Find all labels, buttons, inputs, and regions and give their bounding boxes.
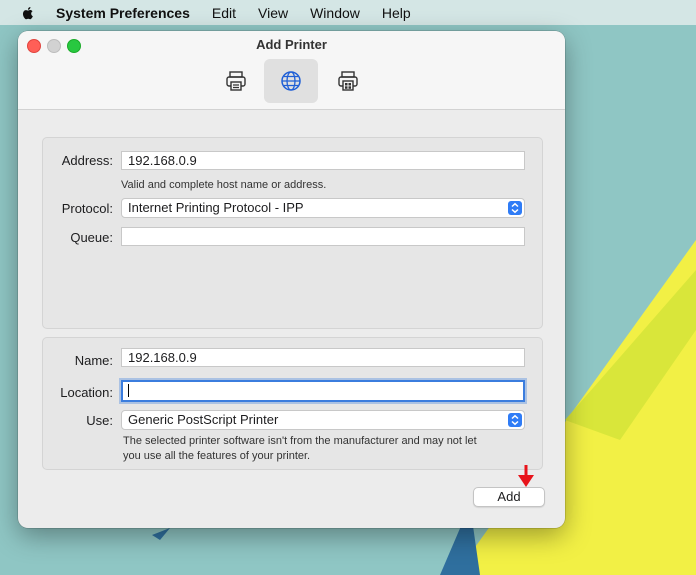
name-field[interactable]: 192.168.0.9 — [121, 348, 525, 367]
globe-icon — [281, 71, 301, 91]
annotation-arrow-icon — [518, 465, 534, 487]
popup-chevrons-icon — [508, 201, 522, 215]
apple-logo-icon[interactable] — [20, 5, 36, 21]
use-value: Generic PostScript Printer — [128, 412, 279, 427]
menu-app-name[interactable]: System Preferences — [56, 5, 190, 21]
toolbar-ip-button[interactable] — [264, 59, 318, 103]
use-label: Use: — [86, 413, 113, 428]
add-button[interactable]: Add — [473, 487, 545, 507]
printer-icon — [226, 71, 246, 91]
windows-printer-icon — [338, 71, 358, 91]
address-label: Address: — [61, 153, 113, 168]
printer-details-panel: Name: 192.168.0.9 Location: Use: Generic… — [42, 337, 543, 470]
protocol-label: Protocol: — [61, 201, 113, 216]
toolbar-default-printer-button[interactable] — [209, 59, 263, 103]
queue-label: Queue: — [70, 230, 113, 245]
address-hint: Valid and complete host name or address. — [121, 179, 327, 191]
use-hint-line-1: The selected printer software isn't from… — [123, 435, 477, 447]
protocol-value: Internet Printing Protocol - IPP — [128, 200, 304, 215]
use-hint-line-2: you use all the features of your printer… — [123, 450, 311, 462]
queue-field[interactable] — [121, 227, 525, 246]
menu-window[interactable]: Window — [310, 5, 360, 21]
menu-help[interactable]: Help — [382, 5, 411, 21]
location-label: Location: — [60, 385, 113, 400]
popup-chevrons-icon — [508, 413, 522, 427]
add-printer-window: Add Printer Address: 192.168.0.9 Valid a… — [18, 31, 565, 528]
use-popup[interactable]: Generic PostScript Printer — [121, 410, 525, 430]
location-field[interactable] — [121, 380, 525, 402]
menu-bar: System Preferences Edit View Window Help — [0, 0, 696, 25]
window-title: Add Printer — [256, 37, 327, 52]
name-label: Name: — [74, 353, 113, 368]
text-cursor — [128, 384, 129, 398]
title-bar: Add Printer — [18, 31, 565, 110]
connection-panel: Address: 192.168.0.9 Valid and complete … — [42, 137, 543, 329]
menu-edit[interactable]: Edit — [212, 5, 236, 21]
menu-view[interactable]: View — [258, 5, 288, 21]
address-field[interactable]: 192.168.0.9 — [121, 151, 525, 170]
toolbar-windows-button[interactable] — [321, 59, 375, 103]
protocol-popup[interactable]: Internet Printing Protocol - IPP — [121, 198, 525, 218]
